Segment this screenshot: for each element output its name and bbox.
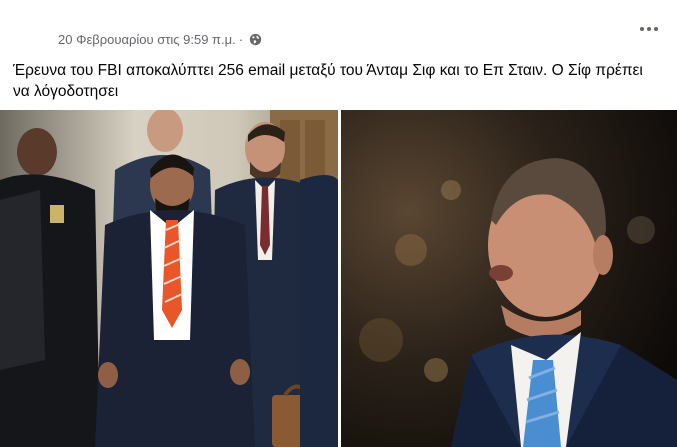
facebook-post: 20 Φεβρουαρίου στις 9:59 π.μ. · Έρευνα τ… bbox=[0, 0, 677, 447]
post-timestamp[interactable]: 20 Φεβρουαρίου στις 9:59 π.μ. bbox=[58, 32, 236, 47]
globe-icon[interactable] bbox=[249, 33, 262, 46]
photo-right[interactable] bbox=[341, 110, 677, 447]
post-images bbox=[0, 110, 677, 447]
post-meta: 20 Φεβρουαρίου στις 9:59 π.μ. · bbox=[58, 32, 262, 47]
more-options-icon[interactable] bbox=[637, 20, 661, 38]
photo-left[interactable] bbox=[0, 110, 338, 447]
post-text: Έρευνα του FBI αποκαλύπτει 256 email μετ… bbox=[13, 62, 643, 100]
meta-separator: · bbox=[238, 32, 244, 47]
